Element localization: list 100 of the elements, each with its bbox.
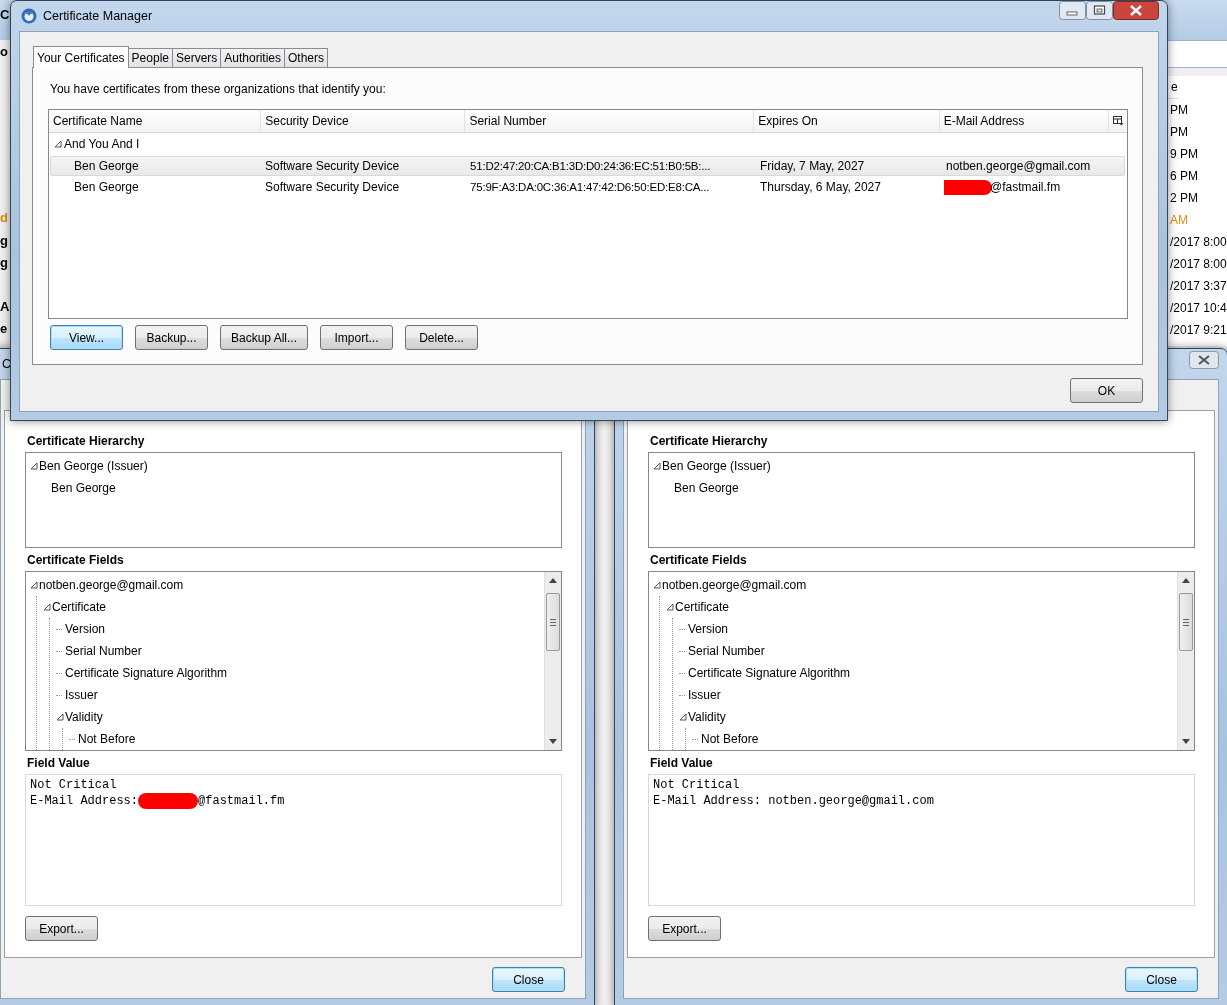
action-button[interactable]: Backup...	[135, 325, 208, 350]
scrollbar[interactable]	[544, 572, 561, 750]
tab[interactable]: People	[127, 48, 173, 67]
close-icon[interactable]	[1189, 351, 1219, 369]
section-label: Field Value	[649, 755, 713, 771]
tree-item[interactable]: Serial Number	[65, 644, 142, 658]
tree-item[interactable]: Version	[688, 622, 729, 636]
maximize-icon[interactable]	[1086, 1, 1113, 20]
scrollbar[interactable]	[1177, 572, 1194, 750]
field-value-text: E-Mail Address: notben.george@gmail.com	[653, 793, 934, 809]
redaction-mark	[138, 793, 199, 809]
close-button[interactable]: Close	[492, 967, 565, 992]
tree-item[interactable]: Issuer	[65, 688, 98, 702]
column-picker-icon[interactable]	[1113, 116, 1125, 126]
export-button[interactable]: Export...	[25, 916, 98, 941]
text-fragment: e	[0, 322, 8, 336]
expand-twisty-icon[interactable]	[30, 581, 38, 589]
tree-item[interactable]: Certificate Signature Algorithm	[688, 666, 851, 680]
expand-twisty-icon[interactable]	[653, 581, 661, 589]
tree-item[interactable]: Certificate Signature Algorithm	[65, 666, 228, 680]
scroll-thumb[interactable]	[546, 593, 560, 651]
field-value-text: Not Critical	[653, 777, 740, 793]
section-label: Certificate Fields	[26, 552, 124, 568]
message-date: /2017 8:00	[1169, 256, 1227, 273]
action-button[interactable]: Import...	[320, 325, 394, 350]
text-fragment: g	[0, 256, 8, 270]
tree-item[interactable]: Validity	[65, 710, 103, 724]
tree-item[interactable]: Certificate	[675, 600, 730, 614]
table-cell: notben.george@gmail.com	[946, 159, 1091, 173]
scroll-up-icon[interactable]	[549, 578, 557, 583]
tab[interactable]: Others	[284, 48, 329, 67]
text-fragment: A	[0, 300, 10, 314]
field-value-box[interactable]: Not Critical E-Mail Address: @fastmail.fm	[25, 774, 562, 906]
message-date: 2 PM	[1169, 190, 1198, 207]
table-cell: Ben George	[74, 159, 139, 173]
window-title: Certificate Manager	[43, 9, 153, 23]
field-value-box[interactable]: Not Critical E-Mail Address: notben.george@gmail.com	[648, 774, 1195, 906]
tree-item[interactable]: Certificate	[52, 600, 107, 614]
text-fragment: o	[0, 45, 8, 59]
expand-twisty-icon[interactable]	[56, 713, 64, 721]
group-label[interactable]: And You And I	[64, 137, 140, 151]
table-cell: 75:9F:A3:DA:0C:36:A1:47:42:D6:50:ED:E8:CA...	[470, 181, 710, 193]
message-date: /2017 10:4	[1169, 300, 1227, 317]
certificate-row[interactable]: Ben George Software Security Device 51:D2:47:20:CA:B1:3D:D0:24:36:EC:51:B0:5B:... Friday, 7 May, 2027 notben.george@gmail.com	[50, 156, 1125, 176]
tab[interactable]: Your Certificates	[33, 46, 129, 68]
expand-twisty-icon[interactable]	[679, 713, 687, 721]
search-field[interactable]	[1168, 40, 1227, 68]
table-cell: 51:D2:47:20:CA:B1:3D:D0:24:36:EC:51:B0:5B:...	[470, 160, 711, 172]
column-header[interactable]: Certificate Name	[49, 110, 262, 132]
table-cell: Software Security Device	[265, 159, 400, 173]
action-button[interactable]: View...	[50, 325, 123, 350]
tree-item[interactable]: Ben George	[674, 481, 739, 495]
close-button[interactable]: Close	[1125, 967, 1198, 992]
expand-twisty-icon[interactable]	[666, 603, 674, 611]
expand-twisty-icon[interactable]	[653, 462, 661, 470]
table-cell: Software Security Device	[265, 180, 400, 194]
table-cell: Friday, 7 May, 2027	[760, 159, 865, 173]
tree-item[interactable]: Not Before	[701, 732, 759, 746]
tab[interactable]: Authorities	[220, 48, 286, 67]
window-title: C	[1, 356, 12, 371]
column-header[interactable]: Serial Number	[465, 110, 755, 132]
section-label: Certificate Hierarchy	[26, 433, 145, 449]
action-button[interactable]: Delete...	[405, 325, 479, 350]
message-date: AM	[1169, 212, 1188, 229]
scroll-down-icon[interactable]	[1182, 739, 1190, 744]
section-label: Certificate Hierarchy	[649, 433, 768, 449]
message-date: 6 PM	[1169, 168, 1198, 185]
expand-twisty-icon[interactable]	[54, 140, 62, 148]
tab[interactable]: Servers	[172, 48, 222, 67]
close-icon[interactable]	[1113, 1, 1159, 20]
tree-item[interactable]: Not Before	[78, 732, 136, 746]
tree-item[interactable]: notben.george@gmail.com	[662, 578, 807, 592]
expand-twisty-icon[interactable]	[30, 462, 38, 470]
tree-item[interactable]: Version	[65, 622, 106, 636]
tree-item[interactable]: notben.george@gmail.com	[39, 578, 184, 592]
column-header[interactable]: Security Device	[261, 110, 466, 132]
section-label: Field Value	[26, 755, 90, 771]
column-header[interactable]: Expires On	[754, 110, 940, 132]
ok-button[interactable]: OK	[1070, 378, 1143, 403]
action-button[interactable]: Backup All...	[220, 325, 309, 350]
scroll-up-icon[interactable]	[1182, 578, 1190, 583]
export-button[interactable]: Export...	[648, 916, 721, 941]
expand-twisty-icon[interactable]	[43, 603, 51, 611]
text-fragment: d	[0, 211, 8, 225]
scroll-down-icon[interactable]	[549, 739, 557, 744]
tree-item[interactable]: Serial Number	[688, 644, 765, 658]
tree-item[interactable]: Ben George (Issuer)	[662, 459, 771, 473]
section-label: Certificate Fields	[649, 552, 747, 568]
tree-item[interactable]: Ben George (Issuer)	[39, 459, 148, 473]
tree-item[interactable]: Issuer	[688, 688, 721, 702]
table-cell: Thursday, 6 May, 2027	[760, 180, 881, 194]
table-cell: @fastmail.fm	[990, 180, 1061, 194]
scroll-thumb[interactable]	[1179, 593, 1193, 651]
certificate-row[interactable]: Ben George Software Security Device 75:9F:A3:DA:0C:36:A1:47:42:D6:50:ED:E8:CA... Thursday, 6 May, 2027 @fastmail.fm	[50, 177, 1125, 197]
message-date: /2017 8:00	[1169, 234, 1227, 251]
app-icon	[21, 8, 37, 24]
column-header[interactable]: E-Mail Address	[939, 110, 1110, 132]
tree-item[interactable]: Validity	[688, 710, 726, 724]
message-date: /2017 3:37	[1169, 278, 1227, 295]
tree-item[interactable]: Ben George	[51, 481, 116, 495]
